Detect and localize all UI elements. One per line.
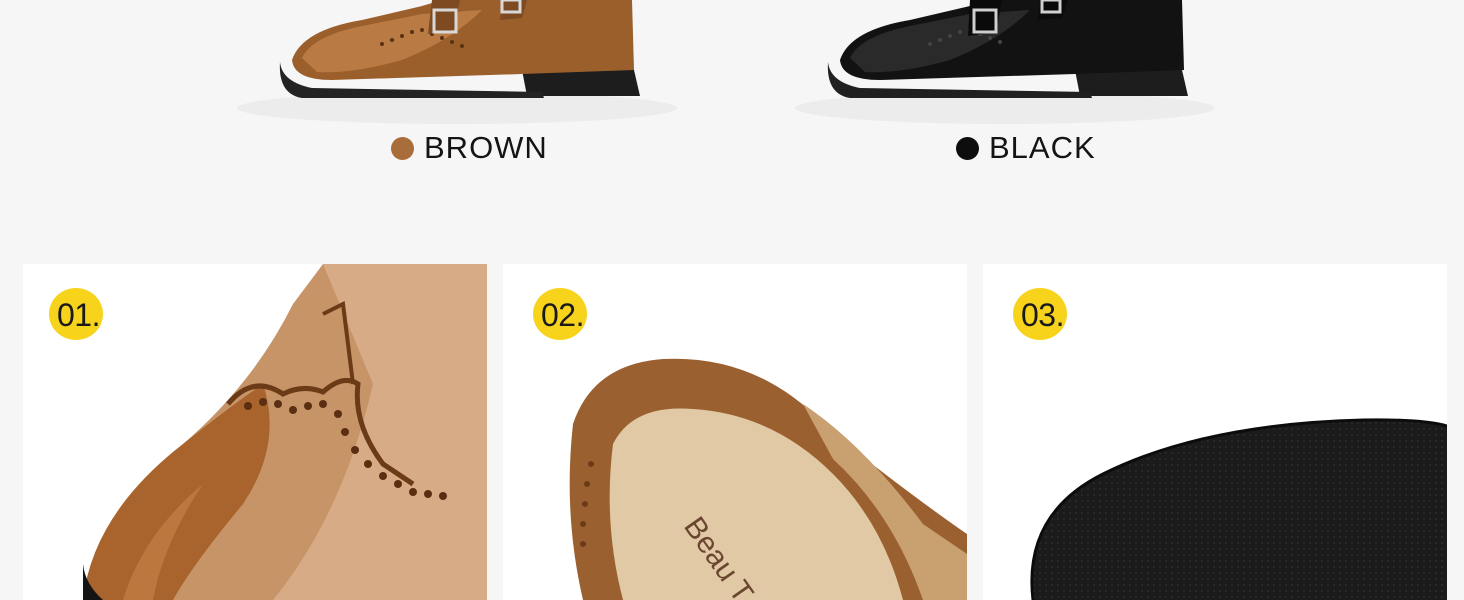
feature-card-insole: Beau T 02. <box>503 264 967 600</box>
black-variant[interactable] <box>790 0 1230 125</box>
brown-variant[interactable] <box>222 0 692 125</box>
feature-card-toe: 01. <box>23 264 487 600</box>
feature-card-outsole: 03. <box>983 264 1447 600</box>
feature-number: 01. <box>57 297 100 333</box>
black-label: BLACK <box>989 130 1096 165</box>
brown-label: BROWN <box>424 130 548 165</box>
brown-swatch-dot <box>391 136 414 160</box>
black-swatch-dot <box>956 136 979 160</box>
black-color-option[interactable]: BLACK <box>956 130 1096 166</box>
product-detail-page: BROWN BLACK 01. Beau T 02. 03. <box>0 0 1464 600</box>
black-shoe-image <box>795 0 1215 124</box>
feature-number: 02. <box>541 297 584 333</box>
brown-color-option[interactable]: BROWN <box>391 130 548 166</box>
feature-number: 03. <box>1021 297 1064 333</box>
brown-shoe-image <box>237 0 677 124</box>
